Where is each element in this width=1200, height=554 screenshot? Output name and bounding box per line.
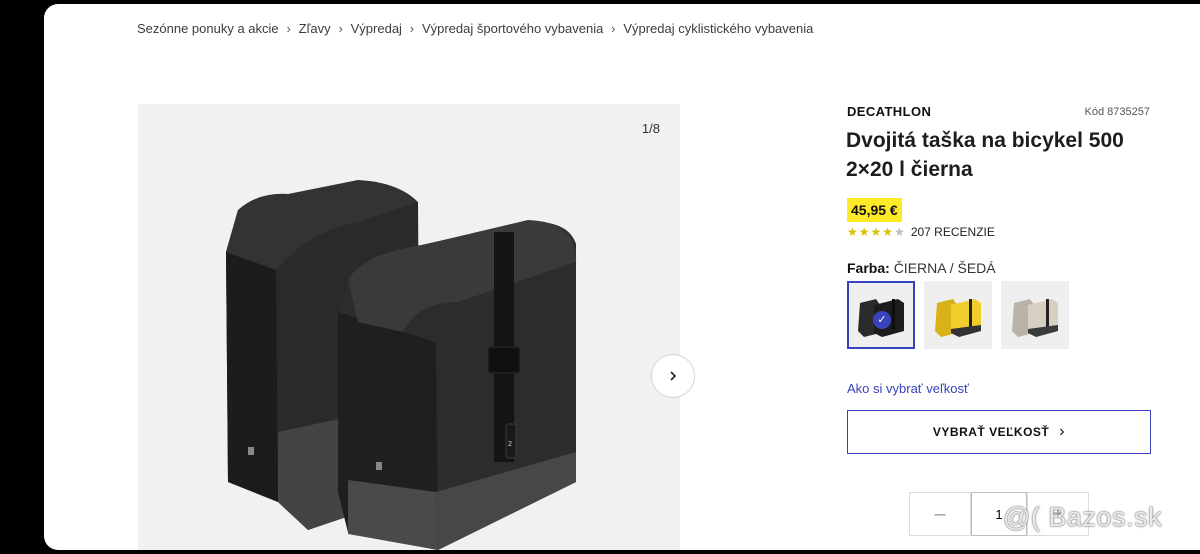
breadcrumb: Sezónne ponuky a akcie › Zľavy › Výpreda… [137,20,813,36]
star-icon: ★ [882,225,894,239]
chevron-right-icon: › [286,20,291,36]
breadcrumb-item-seasonal[interactable]: Sezónne ponuky a akcie [137,21,279,36]
rating-stars: ★ ★ ★ ★ ★ [847,225,906,239]
breadcrumb-item-sale[interactable]: Výpredaj [351,21,402,36]
color-swatch-beige[interactable] [1001,281,1069,349]
chevron-right-icon [670,371,677,381]
color-swatches: ✓ [847,281,1069,349]
color-label: Farba: [847,260,890,276]
color-value: ČIERNA / ŠEDÁ [893,260,996,276]
svg-text:2: 2 [508,441,512,448]
gallery-counter: 1/8 [641,121,660,136]
decrease-quantity-button[interactable]: – [909,492,971,536]
product-code: Kód 8735257 [1084,106,1150,118]
chevron-right-icon: › [338,20,343,36]
chevron-right-icon: › [409,20,415,36]
product-image: 2 [226,180,577,550]
breadcrumb-item-discounts[interactable]: Zľavy [299,21,331,36]
review-count[interactable]: 207 RECENZIE [911,225,995,239]
star-icon: ★ [858,225,870,239]
size-guide-link[interactable]: Ako si vybrať veľkosť [847,381,969,396]
product-page: Sezónne ponuky a akcie › Zľavy › Výpreda… [44,4,1200,550]
chevron-right-icon: › [1059,423,1066,440]
bag-thumbnail-yellow [935,299,981,337]
star-icon: ★ [847,225,858,239]
select-size-button[interactable]: VYBRAŤ VEĽKOSŤ › [847,410,1151,454]
minus-icon: – [934,502,946,525]
color-swatch-yellow[interactable] [924,281,992,349]
select-size-label: VYBRAŤ VEĽKOSŤ [932,425,1050,439]
breadcrumb-item-sport-sale[interactable]: Výpredaj športového vybavenia [422,21,603,36]
color-selector-label: Farba: ČIERNA / ŠEDÁ [847,260,996,276]
product-rating[interactable]: ★ ★ ★ ★ ★ 207 RECENZIE [847,225,995,239]
product-price: 45,95 € [847,198,902,222]
product-gallery: 1/8 2 [138,104,680,550]
product-title: Dvojitá taška na bicykel 500 2×20 l čier… [846,129,1124,181]
breadcrumb-item-cycling-sale[interactable]: Výpredaj cyklistického vybavenia [623,21,813,36]
chevron-right-icon: › [611,20,616,36]
product-brand[interactable]: DECATHLON [847,104,931,119]
bag-thumbnail-beige [1012,299,1058,337]
gallery-next-button[interactable] [651,354,695,398]
color-swatch-black[interactable]: ✓ [847,281,915,349]
half-star-icon: ★ [894,225,905,239]
selected-check-icon: ✓ [873,311,891,329]
bazos-watermark: @( Bazos.sk [1003,502,1162,532]
star-icon: ★ [870,225,882,239]
